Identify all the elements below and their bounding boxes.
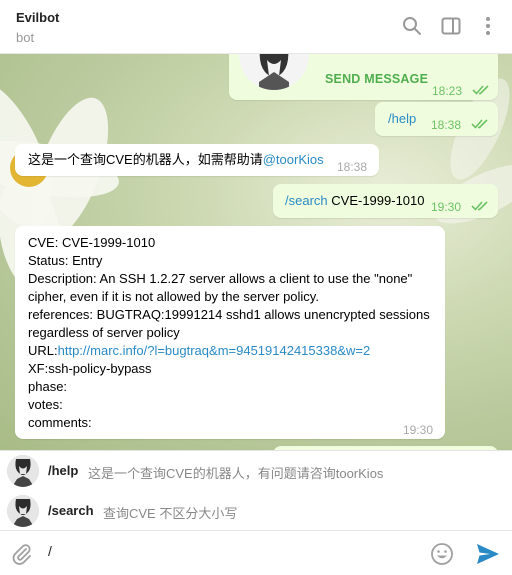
message-time: 18:38 <box>337 160 368 174</box>
cve-status: Status: Entry <box>28 253 103 268</box>
search-icon[interactable] <box>400 14 424 38</box>
cve-phase: phase: <box>28 379 68 394</box>
cve-references: references: BUGTRAQ:19991214 sshd1 allow… <box>28 307 430 322</box>
sidebar-toggle-icon[interactable] <box>439 14 463 38</box>
bot-avatar <box>7 455 39 487</box>
read-check-icon <box>472 85 489 95</box>
cve-description: Description: An SSH 1.2.27 server allows… <box>28 271 413 286</box>
message-search-command[interactable]: /search CVE-1999-1010 19:30 <box>273 184 498 218</box>
cve-xf: XF:ssh-policy-bypass <box>28 361 152 376</box>
chat-header: Evilbot bot <box>0 0 512 54</box>
message-cve-result[interactable]: CVE: CVE-1999-1010 Status: Entry Descrip… <box>15 226 445 439</box>
command-suggestions: /help 这是一个查询CVE的机器人，有问题请咨询toorKios /sear… <box>0 450 512 530</box>
suggestion-command: /help <box>48 463 79 478</box>
cve-url-link[interactable]: http://marc.info/?l=bugtraq&m=9451914241… <box>58 343 371 358</box>
attach-icon[interactable] <box>10 542 34 566</box>
message-input[interactable]: / <box>48 543 52 559</box>
send-icon[interactable] <box>475 542 501 566</box>
cve-id: CVE: CVE-1999-1010 <box>28 235 156 250</box>
shared-avatar <box>239 54 309 90</box>
chat-history[interactable]: SEND MESSAGE 18:23 /help 18:38 这是一个查询CVE… <box>0 54 512 450</box>
message-time: 18:23 <box>432 84 463 98</box>
suggestion-help[interactable]: /help 这是一个查询CVE的机器人，有问题请咨询toorKios <box>0 451 512 491</box>
suggestion-search[interactable]: /search 查询CVE 不区分大小写 <box>0 491 512 531</box>
emoji-icon[interactable] <box>430 542 454 566</box>
cve-comments: comments: <box>28 415 92 430</box>
cve-description-cont: cipher, even if it is not allowed by the… <box>28 289 319 304</box>
suggestion-description: 这是一个查询CVE的机器人，有问题请咨询toorKios <box>88 466 384 481</box>
bot-avatar <box>7 495 39 527</box>
search-argument: CVE-1999-1010 <box>331 193 425 208</box>
suggestion-command: /search <box>48 503 94 518</box>
message-time: 19:30 <box>431 200 462 214</box>
read-check-icon <box>471 201 488 211</box>
help-command-link[interactable]: /help <box>388 110 416 128</box>
read-check-icon <box>471 119 488 129</box>
intro-text: 这是一个查询CVE的机器人，如需帮助请 <box>28 152 263 167</box>
more-vertical-icon[interactable] <box>476 14 500 38</box>
suggestion-description: 查询CVE 不区分大小写 <box>103 506 238 521</box>
message-time: 19:30 <box>403 423 434 437</box>
message-send-card[interactable]: SEND MESSAGE 18:23 <box>229 54 498 100</box>
message-bot-intro[interactable]: 这是一个查询CVE的机器人，如需帮助请@toorKios 18:38 <box>15 144 379 176</box>
cve-references-cont: regardless of server policy <box>28 325 180 340</box>
message-composer: / <box>0 530 512 575</box>
send-message-button[interactable]: SEND MESSAGE <box>325 70 428 88</box>
cve-votes: votes: <box>28 397 63 412</box>
mention-link[interactable]: @toorKios <box>263 152 324 167</box>
search-command-link[interactable]: /search <box>285 193 328 208</box>
cve-url-label: URL: <box>28 343 58 358</box>
chat-subtitle: bot <box>16 30 35 45</box>
chat-title[interactable]: Evilbot <box>16 10 59 25</box>
message-help-command[interactable]: /help 18:38 <box>375 102 498 136</box>
message-time: 18:38 <box>431 118 462 132</box>
